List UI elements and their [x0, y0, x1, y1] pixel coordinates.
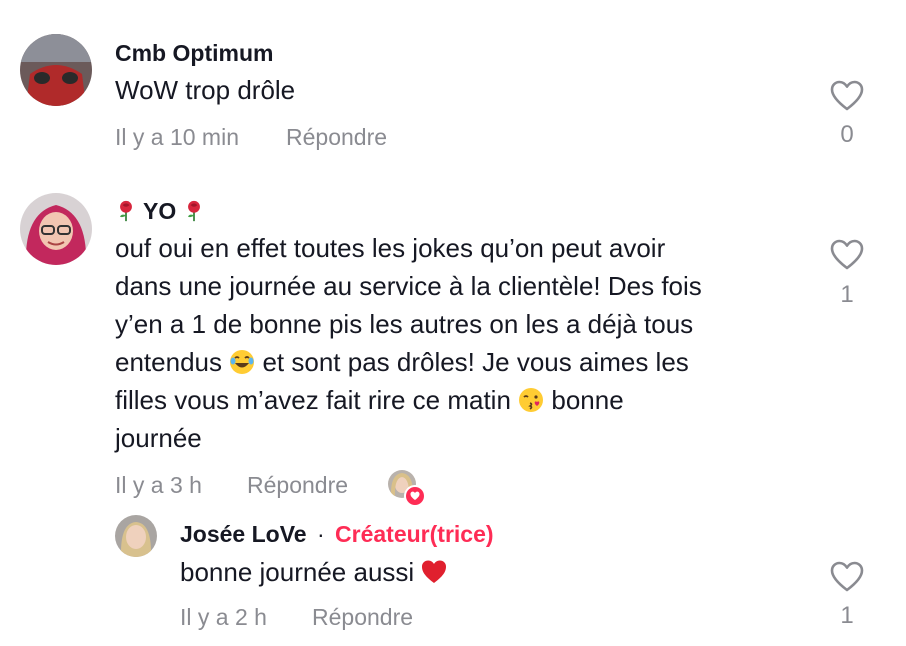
creator-liked-indicator [388, 470, 426, 507]
like-count: 1 [840, 602, 854, 629]
avatar-josee-love[interactable] [115, 515, 157, 557]
avatar-yo[interactable] [20, 193, 92, 265]
comment-line: entendus et sont pas drôles! Je vous aim… [115, 347, 689, 377]
reply-username[interactable]: Josée LoVe [180, 521, 307, 547]
kissing-face-emoji-icon [519, 388, 544, 412]
red-heart-emoji-icon [422, 560, 447, 583]
heart-outline-icon[interactable] [830, 80, 864, 112]
comment-line: filles vous m’avez fait rire ce matin bo… [115, 385, 624, 415]
reply-header: Josée LoVe · Créateur(trice) [180, 521, 494, 548]
heart-filled-icon [404, 485, 426, 507]
reply-button[interactable]: Répondre [286, 124, 387, 151]
comment-username[interactable]: Cmb Optimum [115, 40, 273, 67]
comment-username[interactable]: YO [115, 198, 205, 225]
comment-timestamp: Il y a 3 h [115, 472, 202, 498]
laughing-tears-emoji-icon [230, 350, 255, 374]
comment-line: y’en a 1 de bonne pis les autres on les … [115, 309, 694, 339]
like-count: 0 [840, 121, 854, 148]
reply-button[interactable]: Répondre [247, 472, 348, 499]
comment-line: ouf oui en effet toutes les jokes qu’on … [115, 233, 666, 263]
comment-text: ouf oui en effet toutes les jokes qu’on … [115, 229, 815, 457]
comment-text: WoW trop drôle [115, 75, 296, 105]
avatar-cmb-optimum[interactable] [20, 34, 92, 106]
creator-badge: Créateur(trice) [335, 521, 494, 547]
rose-emoji-icon [120, 200, 132, 222]
rose-emoji-icon [187, 200, 200, 222]
heart-outline-icon[interactable] [830, 561, 864, 593]
reply-button[interactable]: Répondre [312, 604, 413, 631]
like-count: 1 [840, 281, 854, 308]
heart-outline-icon[interactable] [830, 239, 864, 271]
comment-timestamp: Il y a 10 min [115, 124, 239, 150]
comment-line: dans une journée au service à la clientè… [115, 271, 702, 301]
reply-timestamp: Il y a 2 h [180, 604, 267, 630]
comment-line: journée [115, 423, 202, 453]
separator-dot: · [316, 521, 325, 547]
reply-text: bonne journée aussi [180, 553, 447, 591]
username-text: YO [142, 198, 177, 224]
